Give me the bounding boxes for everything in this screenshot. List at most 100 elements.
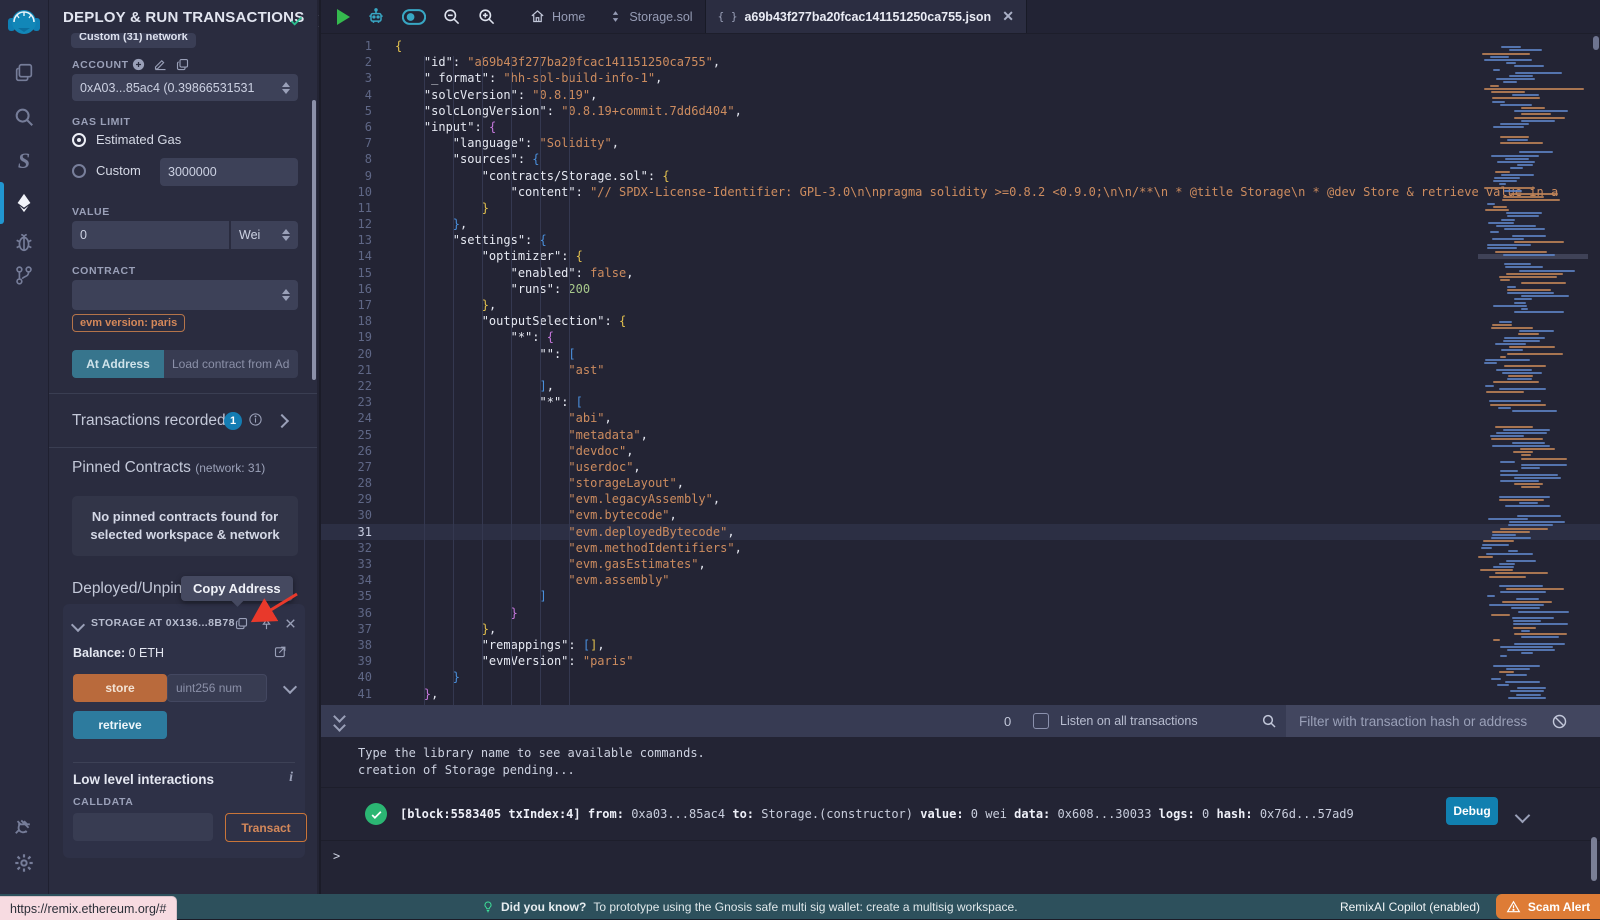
code-line: 9 "contracts/Storage.sol": { [321, 168, 1600, 184]
search-icon[interactable] [0, 100, 48, 134]
terminal-line: creation of Storage pending... [358, 762, 1600, 779]
run-script-play-icon[interactable] [337, 9, 350, 25]
listen-checkbox[interactable] [1033, 713, 1049, 729]
listen-label: Listen on all transactions [1060, 714, 1198, 728]
balance-value: 0 ETH [129, 646, 164, 660]
code-line: 28 "storageLayout", [321, 475, 1600, 491]
store-arg-input[interactable]: uint256 num [167, 674, 267, 702]
code-line: 2 "id": "a69b43f277ba20fcac141151250ca75… [321, 54, 1600, 70]
edit-balance-icon[interactable] [273, 644, 288, 659]
pin-contract-icon[interactable] [259, 616, 274, 631]
code-editor[interactable]: 1{2 "id": "a69b43f277ba20fcac141151250ca… [321, 34, 1600, 705]
solidity-compiler-icon[interactable]: S [0, 144, 48, 178]
terminal-filter-input[interactable]: Filter with transaction hash or address [1286, 705, 1600, 737]
tx-summary: [block:5583405 txIndex:4] from: 0xa03...… [400, 807, 1354, 821]
remove-instance-icon[interactable] [283, 616, 298, 631]
code-line: 22 ], [321, 378, 1600, 394]
icon-rail: S [0, 0, 49, 894]
copy-account-icon[interactable] [175, 57, 190, 72]
zoom-out-icon[interactable] [442, 7, 461, 26]
code-line: 25 "metadata", [321, 427, 1600, 443]
calldata-label: CALLDATA [73, 796, 133, 808]
code-line: 18 "outputSelection": { [321, 313, 1600, 329]
ai-assistant-robot-icon[interactable] [366, 7, 386, 27]
code-line: 8 "sources": { [321, 151, 1600, 167]
tx-success-check-icon [365, 803, 387, 825]
tab-storage-sol[interactable]: Storage.sol [597, 0, 704, 33]
balance-label: Balance: [73, 646, 125, 660]
tab-home[interactable]: Home [518, 0, 597, 33]
debug-button[interactable]: Debug [1446, 797, 1498, 825]
expand-tx-chevron-icon[interactable] [1515, 808, 1531, 824]
code-line: 15 "enabled": false, [321, 265, 1600, 281]
file-explorer-icon[interactable] [0, 56, 48, 90]
copy-address-icon[interactable] [234, 616, 249, 631]
minimap[interactable] [1478, 36, 1588, 704]
value-input[interactable]: 0 [72, 221, 229, 249]
code-line: 40 } [321, 669, 1600, 685]
panel-scrollbar[interactable] [312, 100, 316, 380]
transaction-entry[interactable]: [block:5583405 txIndex:4] from: 0xa03...… [321, 787, 1600, 841]
copy-address-tooltip: Copy Address [181, 576, 293, 601]
terminal-search-icon[interactable] [1261, 713, 1277, 729]
code-line: 6 "input": { [321, 119, 1600, 135]
code-line: 17 }, [321, 297, 1600, 313]
retrieve-button[interactable]: retrieve [73, 711, 167, 739]
code-line: 19 "*": { [321, 329, 1600, 345]
clear-filter-ban-icon[interactable] [1551, 713, 1568, 730]
add-account-icon[interactable] [131, 57, 146, 72]
code-line: 34 "evm.assembly" [321, 572, 1600, 588]
expand-terminal-icon[interactable] [335, 712, 344, 730]
home-icon [530, 9, 545, 24]
deploy-and-run-icon[interactable] [0, 186, 48, 220]
tx-info-icon[interactable] [248, 412, 263, 427]
settings-gear-icon[interactable] [0, 846, 48, 880]
deployed-contracts-heading: Deployed/Unpinn [72, 580, 191, 598]
value-unit-select[interactable]: Wei [230, 221, 298, 249]
lightbulb-icon [482, 900, 494, 914]
zoom-in-icon[interactable] [477, 7, 496, 26]
at-address-input[interactable]: Load contract from Addre [164, 350, 298, 378]
editor-toolbar: Home Storage.sol { } a69b43f277ba20fcac1… [321, 0, 1600, 34]
code-line: 1{ [321, 38, 1600, 54]
gas-limit-label: GAS LIMIT [72, 116, 130, 128]
code-line: 14 "optimizer": { [321, 248, 1600, 264]
debugger-icon[interactable] [0, 226, 48, 260]
code-line: 3 "_format": "hh-sol-build-info-1", [321, 70, 1600, 86]
tx-expand-chevron-icon[interactable] [275, 414, 289, 428]
account-select[interactable]: 0xA03...85ac4 (0.39866531531 [72, 74, 298, 101]
pinned-contracts-heading: Pinned Contracts (network: 31) [72, 459, 265, 477]
deploy-run-panel: DEPLOY & RUN TRANSACTIONS Custom (31) ne… [49, 0, 317, 894]
plugin-manager-icon[interactable] [0, 808, 48, 842]
calldata-input[interactable] [73, 813, 213, 841]
scam-alert-button[interactable]: Scam Alert [1496, 894, 1600, 919]
git-icon[interactable] [0, 258, 48, 292]
remix-logo-icon[interactable] [8, 8, 40, 40]
code-line: 33 "evm.gasEstimates", [321, 556, 1600, 572]
gas-estimated-radio[interactable]: Estimated Gas [72, 132, 181, 147]
tab-json-active[interactable]: { } a69b43f277ba20fcac141151250ca755.jso… [705, 0, 1027, 33]
terminal-scrollbar[interactable] [1591, 837, 1597, 881]
expand-store-args-icon[interactable] [283, 680, 297, 694]
browser-link-preview: https://remix.ethereum.org/# [0, 896, 177, 920]
gas-custom-radio[interactable]: Custom [72, 163, 141, 178]
close-tab-icon[interactable]: ✕ [1002, 8, 1014, 25]
low-level-info-icon[interactable]: i [289, 770, 293, 786]
transact-button[interactable]: Transact [225, 813, 307, 842]
at-address-button[interactable]: At Address [72, 350, 164, 378]
contract-label: CONTRACT [72, 265, 136, 277]
copilot-status[interactable]: RemixAI Copilot (enabled) [1340, 900, 1480, 914]
terminal-bar: 0 Listen on all transactions Filter with… [321, 705, 1600, 737]
terminal-prompt[interactable]: > [333, 849, 340, 863]
store-button[interactable]: store [73, 674, 167, 702]
instance-collapse-chevron-icon[interactable] [71, 618, 85, 632]
low-level-heading: Low level interactions [73, 772, 214, 787]
copilot-toggle-icon[interactable] [402, 8, 426, 26]
evm-version-badge: evm version: paris [72, 314, 185, 332]
edit-account-icon[interactable] [153, 57, 168, 72]
transactions-recorded-label: Transactions recorded [72, 412, 226, 430]
env-ok-check-icon [289, 13, 304, 28]
editor-scrollbar[interactable] [1593, 36, 1599, 50]
gas-custom-input[interactable]: 3000000 [160, 158, 298, 186]
contract-select[interactable] [72, 280, 298, 310]
